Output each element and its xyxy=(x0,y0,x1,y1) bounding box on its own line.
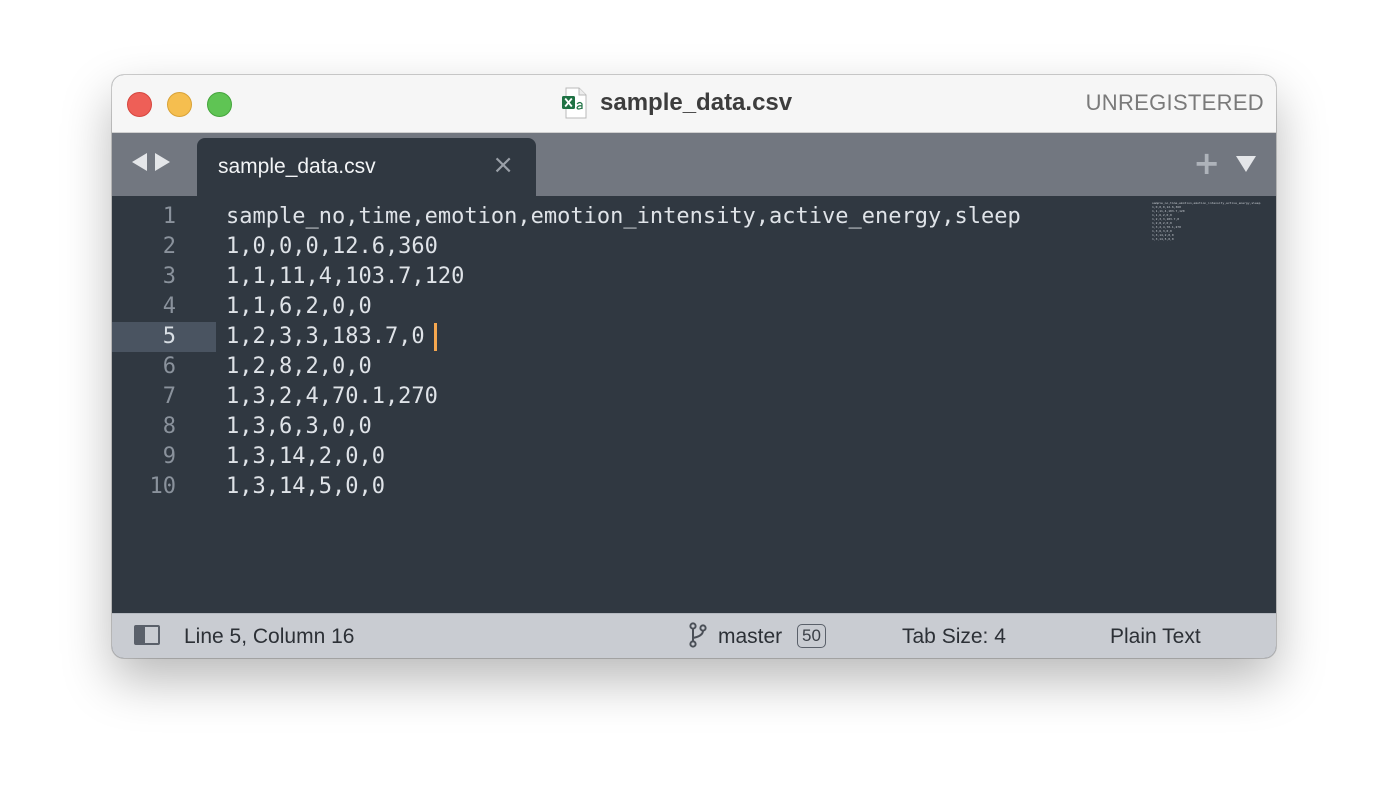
line-number: 6 xyxy=(162,354,176,379)
line-text: 1,1,11,4,103.7,120 xyxy=(226,264,465,289)
tab-size-selector[interactable]: Tab Size: 4 xyxy=(902,625,1006,649)
tab-close-icon[interactable]: × xyxy=(492,152,514,178)
editor-line-current: 5 1,2,3,3,183.7,0 xyxy=(112,322,1276,352)
line-text: 1,0,0,0,12.6,360 xyxy=(226,234,438,259)
editor-line: 4 1,1,6,2,0,0 xyxy=(112,292,1276,322)
editor-line: 8 1,3,6,3,0,0 xyxy=(112,412,1276,442)
window-title-group: sample_data.csv xyxy=(562,85,792,121)
new-tab-plus-icon[interactable]: + xyxy=(1193,147,1220,179)
line-number: 10 xyxy=(149,474,177,499)
tab-bar: sample_data.csv × + xyxy=(112,133,1276,196)
sidebar-toggle-icon[interactable] xyxy=(134,625,160,645)
editor-line: 3 1,1,11,4,103.7,120 xyxy=(112,262,1276,292)
line-number: 1 xyxy=(162,204,176,229)
previous-tab-icon[interactable] xyxy=(132,153,147,171)
line-text: 1,3,2,4,70.1,270 xyxy=(226,384,438,409)
line-text: 1,2,8,2,0,0 xyxy=(226,354,372,379)
tab-label: sample_data.csv xyxy=(218,155,376,178)
line-number: 3 xyxy=(162,264,176,289)
line-number: 5 xyxy=(162,324,176,349)
next-tab-icon[interactable] xyxy=(155,153,170,171)
line-text: 1,3,6,3,0,0 xyxy=(226,414,372,439)
cursor-position[interactable]: Line 5, Column 16 xyxy=(184,625,354,649)
line-text: 1,1,6,2,0,0 xyxy=(226,294,372,319)
git-branch-icon xyxy=(688,622,708,648)
tab-navigation xyxy=(132,153,170,171)
title-bar: sample_data.csv UNREGISTERED xyxy=(112,75,1276,133)
line-text: sample_no,time,emotion,emotion_intensity… xyxy=(226,204,1021,229)
unregistered-label: UNREGISTERED xyxy=(1085,90,1264,115)
line-number: 4 xyxy=(162,294,176,319)
minimize-window-button[interactable] xyxy=(167,92,192,117)
code-editor[interactable]: 1 sample_no,time,emotion,emotion_intensi… xyxy=(112,196,1276,613)
git-changes-badge[interactable]: 50 xyxy=(797,624,826,648)
close-window-button[interactable] xyxy=(127,92,152,117)
editor-window: sample_data.csv UNREGISTERED sample_data… xyxy=(112,75,1276,658)
window-title: sample_data.csv xyxy=(600,89,793,116)
maximize-window-button[interactable] xyxy=(207,92,232,117)
editor-line: 9 1,3,14,2,0,0 xyxy=(112,442,1276,472)
tab-list-dropdown-icon[interactable] xyxy=(1236,156,1256,172)
editor-line: 1 sample_no,time,emotion,emotion_intensi… xyxy=(112,202,1276,232)
git-branch-name[interactable]: master xyxy=(718,625,782,649)
syntax-selector[interactable]: Plain Text xyxy=(1110,625,1201,649)
line-number: 2 xyxy=(162,234,176,259)
text-caret xyxy=(434,323,437,351)
line-text: 1,3,14,2,0,0 xyxy=(226,444,385,469)
line-number: 9 xyxy=(162,444,176,469)
tab-sample-data[interactable]: sample_data.csv × xyxy=(197,138,536,196)
spreadsheet-file-icon xyxy=(562,87,588,119)
status-bar: Line 5, Column 16 master 50 Tab Size: 4 … xyxy=(112,613,1276,658)
editor-line: 2 1,0,0,0,12.6,360 xyxy=(112,232,1276,262)
editor-line: 10 1,3,14,5,0,0 xyxy=(112,472,1276,502)
line-text: 1,3,14,5,0,0 xyxy=(226,474,385,499)
line-text: 1,2,3,3,183.7,0 xyxy=(226,324,425,349)
line-number: 8 xyxy=(162,414,176,439)
line-number: 7 xyxy=(162,384,176,409)
editor-line: 6 1,2,8,2,0,0 xyxy=(112,352,1276,382)
editor-line: 7 1,3,2,4,70.1,270 xyxy=(112,382,1276,412)
minimap[interactable]: sample_no,time,emotion,emotion_intensity… xyxy=(1152,201,1272,241)
